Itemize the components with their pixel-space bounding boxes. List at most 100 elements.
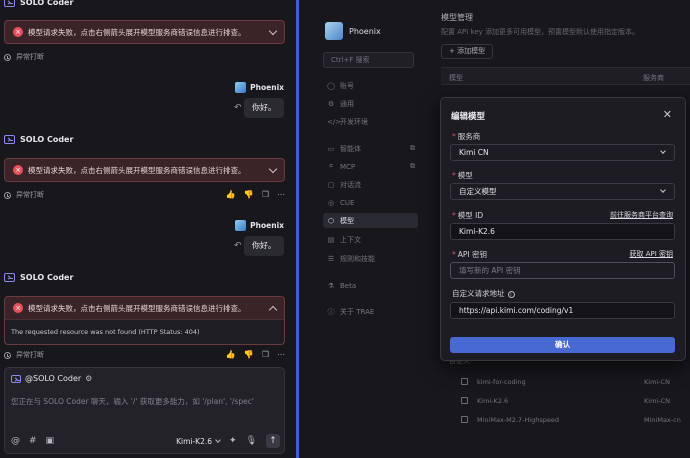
table-row[interactable]: Kimi-K2.6 Kimi-CN <box>441 392 690 411</box>
user-message: 你好。 <box>244 98 284 118</box>
undo-icon[interactable]: ↶ <box>234 241 242 251</box>
chat-panel: SOLO Coder × 模型请求失败，点击右侧箭头展开模型服务商错误信息进行排… <box>0 0 296 458</box>
user-name: Phoenix <box>250 83 284 92</box>
cube-icon <box>461 416 468 423</box>
error-alert[interactable]: × 模型请求失败，点击右侧箭头展开模型服务商错误信息进行排查。 <box>4 158 285 182</box>
abnormal-label: 异常打断 <box>16 351 44 359</box>
sidebar-item-general[interactable]: ⚙ 通用 <box>323 96 418 111</box>
abnormal-interrupt-row: 异常打断 👍 👎 ❐ ⋯ <box>4 350 285 360</box>
agent-header: SOLO Coder <box>4 135 73 144</box>
solo-coder-icon <box>4 273 15 282</box>
provider-select[interactable]: Kimi CN <box>450 144 675 161</box>
mention-icon[interactable]: @ <box>11 436 20 446</box>
chevron-down-icon <box>660 187 666 193</box>
model-label: * 模型 <box>452 171 473 180</box>
external-link-icon: ⧉ <box>410 144 415 152</box>
abnormal-label: 异常打断 <box>16 191 44 199</box>
api-key-label: * API 密钥 <box>452 250 487 259</box>
error-message: 模型请求失败，点击右侧箭头展开模型服务商错误信息进行排查。 <box>28 27 246 37</box>
solo-coder-icon <box>4 0 15 7</box>
error-detail: The requested resource was not found (HT… <box>5 319 284 344</box>
chevron-down-icon <box>215 437 221 443</box>
copy-icon[interactable]: ❐ <box>262 351 269 359</box>
sidebar-item-models[interactable]: ⬡ 模型 <box>323 213 418 228</box>
agent-name: SOLO Coder <box>20 135 74 144</box>
info-icon[interactable]: i <box>507 290 515 298</box>
user-header: Phoenix <box>235 220 284 231</box>
agent-name: SOLO Coder <box>20 0 74 7</box>
sidebar-item-flow[interactable]: ▢ 对话流 <box>323 177 418 192</box>
chevron-up-icon[interactable] <box>268 305 278 314</box>
sidebar-item-about[interactable]: ⓘ 关于 TRAE <box>323 304 418 319</box>
column-provider: 服务商 <box>643 74 664 82</box>
model-select[interactable]: 自定义模型 <box>450 183 675 200</box>
table-row[interactable]: kimi-for-coding Kimi-CN <box>441 373 690 392</box>
profile-name: Phoenix <box>349 26 381 36</box>
thumbs-up-icon[interactable]: 👍 <box>226 191 236 199</box>
agent-header: SOLO Coder <box>4 273 73 282</box>
sidebar-item-context[interactable]: ▤ 上下文 <box>323 232 418 247</box>
sidebar-item-rules[interactable]: ☰ 规则和技能 <box>323 251 418 266</box>
settings-sidebar: Phoenix Ctrl+F 搜索 ◯ 账号 ⚙ 通用 </> 开发环境 ▭ 智能体 ⧉… <box>299 0 427 458</box>
error-alert[interactable]: × 模型请求失败，点击右侧箭头展开模型服务商错误信息进行排查。 <box>4 20 285 44</box>
model-selector[interactable]: Kimi-K2.6 <box>176 436 221 446</box>
sidebar-item-dev-env[interactable]: </> 开发环境 <box>323 114 418 129</box>
more-icon[interactable]: ⋯ <box>277 191 285 199</box>
model-selector-label: Kimi-K2.6 <box>176 436 213 446</box>
sidebar-item-beta[interactable]: ⚗ Beta <box>323 278 418 293</box>
hash-icon[interactable]: # <box>29 436 37 446</box>
copy-icon[interactable]: ❐ <box>262 191 269 199</box>
flow-icon: ▢ <box>327 180 335 189</box>
chat-input-box[interactable]: @SOLO Coder ⚙ 您正在与 SOLO Coder 聊天，输入 '/' … <box>4 367 285 454</box>
gear-icon: ⚙ <box>327 99 335 108</box>
abnormal-interrupt-row: 异常打断 👍 👎 ❐ ⋯ <box>4 190 285 200</box>
profile[interactable]: Phoenix <box>325 22 381 40</box>
rules-icon: ☰ <box>327 254 335 263</box>
agent-mention-tag[interactable]: @SOLO Coder <box>25 374 81 383</box>
avatar <box>235 82 247 93</box>
base-url-input[interactable]: https://api.kimi.com/coding/v1 <box>450 302 675 319</box>
chevron-down-icon[interactable] <box>268 164 278 173</box>
agent-switch-icon[interactable]: ⚙ <box>85 374 92 383</box>
sidebar-item-agents[interactable]: ▭ 智能体 ⧉ <box>323 141 418 156</box>
chevron-down-icon[interactable] <box>268 26 278 35</box>
sidebar-item-mcp[interactable]: ⌗ MCP ⧉ <box>323 159 418 174</box>
beta-icon: ⚗ <box>327 281 335 290</box>
microphone-icon[interactable]: 🎙 <box>246 436 257 446</box>
send-button[interactable]: ↑ <box>266 434 280 448</box>
thumbs-down-icon[interactable]: 👎 <box>244 191 254 199</box>
chat-input-placeholder[interactable]: 您正在与 SOLO Coder 聊天，输入 '/' 获取更多能力，如 '/pla… <box>5 383 284 407</box>
get-api-key-link[interactable]: 获取 API 密钥 <box>629 249 673 259</box>
close-icon[interactable]: ✕ <box>663 108 672 121</box>
api-key-input[interactable]: 填写新的 API 密钥 <box>450 262 675 279</box>
thumbs-down-icon[interactable]: 👎 <box>244 351 254 359</box>
abnormal-interrupt-row: 异常打断 <box>4 52 285 62</box>
sidebar-item-account[interactable]: ◯ 账号 <box>323 78 418 93</box>
error-icon: × <box>13 165 23 175</box>
user-icon: ◯ <box>327 81 335 90</box>
undo-icon[interactable]: ↶ <box>234 103 242 113</box>
error-alert-expanded[interactable]: × 模型请求失败，点击右侧箭头展开模型服务商错误信息进行排查。 The requ… <box>4 296 285 345</box>
provider-platform-link[interactable]: 前往服务商平台查询 <box>610 210 673 220</box>
user-header: Phoenix <box>235 82 284 93</box>
cue-icon: ◎ <box>327 198 335 207</box>
agent-header: SOLO Coder <box>4 0 73 7</box>
user-name: Phoenix <box>250 221 284 230</box>
add-model-button[interactable]: + 添加模型 <box>441 44 494 59</box>
abnormal-label: 异常打断 <box>16 53 44 61</box>
sparkle-icon[interactable]: ✦ <box>229 436 237 446</box>
clock-icon <box>4 53 11 61</box>
mcp-icon: ⌗ <box>329 162 333 170</box>
confirm-button[interactable]: 确认 <box>450 337 675 353</box>
image-icon[interactable]: ▣ <box>46 436 55 446</box>
model-id-input[interactable]: Kimi-K2.6 <box>450 223 675 240</box>
thumbs-up-icon[interactable]: 👍 <box>226 351 236 359</box>
agent-name: SOLO Coder <box>20 273 74 282</box>
provider-label: * 服务商 <box>452 132 481 141</box>
table-row[interactable]: MiniMax-M2.7-Highspeed MiniMax-cn <box>441 411 690 430</box>
page-description: 配置 API key 添加更多可用模型，预置模型默认使用指定版本。 <box>441 28 640 36</box>
sidebar-item-cue[interactable]: ◎ CUE <box>323 195 418 210</box>
more-icon[interactable]: ⋯ <box>277 351 285 359</box>
error-message: 模型请求失败，点击右侧箭头展开模型服务商错误信息进行排查。 <box>28 165 246 175</box>
settings-search-input[interactable]: Ctrl+F 搜索 <box>323 52 414 68</box>
